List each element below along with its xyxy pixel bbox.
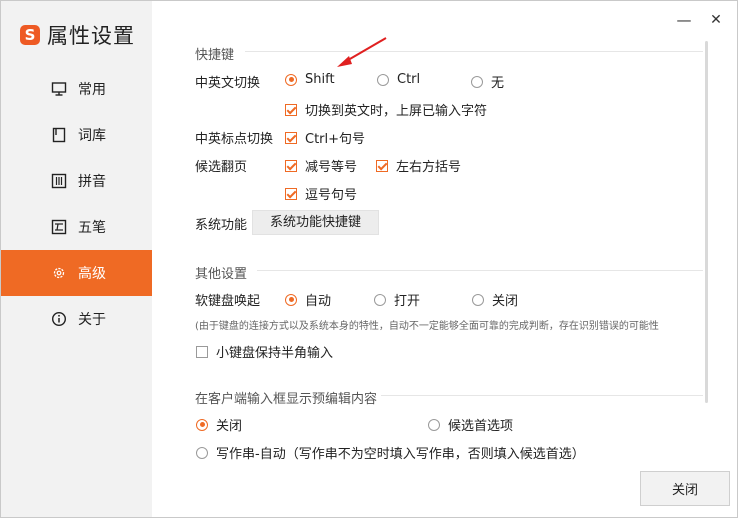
checkbox-box [285, 159, 297, 172]
radio-label: 关闭 [216, 419, 243, 434]
radio-softkb-open[interactable]: 打开 [374, 290, 420, 309]
radio-none[interactable]: 无 [471, 72, 504, 91]
info-icon [51, 311, 67, 327]
close-window-button[interactable]: ✕ [707, 11, 725, 29]
punct-switch-label: 中英标点切换 [195, 132, 274, 147]
radio-dot [377, 73, 389, 86]
sidebar-item-lexicon[interactable]: 词库 [1, 112, 152, 158]
window-title: 属性设置 [47, 24, 135, 48]
settings-window: S 属性设置 常用 词库 拼音 五笔 高级 关于 — ✕ 快捷键 中英文切换 S… [0, 0, 738, 518]
radio-label: 打开 [394, 294, 421, 309]
section-divider [257, 270, 703, 271]
system-shortcuts-button[interactable]: 系统功能快捷键 [252, 210, 379, 235]
checkbox-box [285, 103, 297, 116]
section-divider [381, 395, 703, 396]
radio-preedit-first-candidate[interactable]: 候选首选项 [428, 415, 513, 434]
checkbox-box [376, 159, 388, 172]
soft-keyboard-note: (由于键盘的连接方式以及系统本身的特性，自动不一定能够全面可靠的完成判断，存在识… [195, 321, 659, 332]
sidebar-item-common[interactable]: 常用 [1, 66, 152, 112]
radio-dot [472, 293, 484, 306]
radio-dot [285, 293, 297, 306]
radio-shift[interactable]: Shift [285, 72, 335, 87]
radio-ctrl[interactable]: Ctrl [377, 72, 420, 87]
sidebar-nav: 常用 词库 拼音 五笔 高级 关于 [1, 66, 152, 342]
minimize-button[interactable]: — [675, 11, 693, 29]
sidebar-item-advanced[interactable]: 高级 [1, 250, 152, 296]
section-title-preedit: 在客户端输入框显示预编辑内容 [195, 392, 378, 407]
comma-period-checkbox[interactable]: 逗号句号 [285, 184, 357, 203]
brand: S 属性设置 [20, 21, 135, 49]
checkbox-label: 减号等号 [305, 160, 358, 175]
section-divider [245, 51, 703, 52]
gear-icon [51, 265, 67, 281]
radio-label: Ctrl [397, 72, 421, 87]
paging-label: 候选翻页 [195, 160, 248, 175]
radio-dot [471, 75, 483, 88]
monitor-icon [51, 81, 67, 97]
sidebar-item-pinyin[interactable]: 拼音 [1, 158, 152, 204]
checkbox-box [285, 131, 297, 144]
radio-dot [374, 293, 386, 306]
radio-dot [285, 73, 297, 86]
sidebar-item-label: 词库 [78, 128, 106, 144]
checkbox-label: 切换到英文时，上屏已输入字符 [305, 104, 488, 119]
vertical-scrollbar[interactable] [705, 41, 708, 403]
checkbox-box [285, 187, 297, 200]
checkbox-label: Ctrl+句号 [305, 132, 366, 147]
sidebar-item-label: 关于 [78, 312, 106, 328]
section-title-shortcuts: 快捷键 [195, 48, 235, 63]
system-func-label: 系统功能 [195, 218, 248, 233]
soft-keyboard-label: 软键盘唤起 [195, 294, 261, 309]
radio-dot [196, 418, 208, 431]
close-button[interactable]: 关闭 [640, 471, 730, 506]
minus-equal-checkbox[interactable]: 减号等号 [285, 156, 357, 175]
brackets-checkbox[interactable]: 左右方括号 [376, 156, 461, 175]
sidebar-item-label: 高级 [78, 266, 106, 282]
sidebar-item-label: 常用 [78, 82, 106, 98]
radio-preedit-composition-auto[interactable]: 写作串-自动（写作串不为空时填入写作串，否则填入候选首选） [196, 443, 585, 462]
grid-icon [51, 173, 67, 189]
sidebar-item-label: 五笔 [78, 220, 106, 236]
sidebar-item-about[interactable]: 关于 [1, 296, 152, 342]
checkbox-box [196, 345, 208, 358]
sidebar: S 属性设置 常用 词库 拼音 五笔 高级 关于 [1, 1, 152, 517]
radio-preedit-off[interactable]: 关闭 [196, 415, 242, 434]
radio-label: 候选首选项 [448, 419, 514, 434]
checkbox-label: 小键盘保持半角输入 [216, 346, 334, 361]
commit-on-switch-checkbox[interactable]: 切换到英文时，上屏已输入字符 [285, 100, 487, 119]
section-title-other: 其他设置 [195, 267, 248, 282]
sogou-logo-icon: S [20, 25, 40, 45]
book-icon [51, 127, 67, 143]
radio-label: 关闭 [492, 294, 519, 309]
ctrl-period-checkbox[interactable]: Ctrl+句号 [285, 128, 365, 147]
sidebar-item-label: 拼音 [78, 174, 106, 190]
radio-softkb-close[interactable]: 关闭 [472, 290, 518, 309]
sidebar-item-wubi[interactable]: 五笔 [1, 204, 152, 250]
radio-softkb-auto[interactable]: 自动 [285, 290, 331, 309]
cn-en-switch-label: 中英文切换 [195, 76, 261, 91]
numpad-halfwidth-checkbox[interactable]: 小键盘保持半角输入 [196, 342, 333, 361]
wubi-icon [51, 219, 67, 235]
checkbox-label: 逗号句号 [305, 188, 358, 203]
annotation-arrow-icon [337, 37, 387, 67]
radio-dot [196, 446, 208, 459]
radio-label: 自动 [305, 294, 332, 309]
radio-label: 无 [491, 76, 505, 91]
radio-label: 写作串-自动（写作串不为空时填入写作串，否则填入候选首选） [216, 447, 585, 462]
radio-dot [428, 418, 440, 431]
radio-label: Shift [305, 72, 335, 87]
checkbox-label: 左右方括号 [396, 160, 462, 175]
